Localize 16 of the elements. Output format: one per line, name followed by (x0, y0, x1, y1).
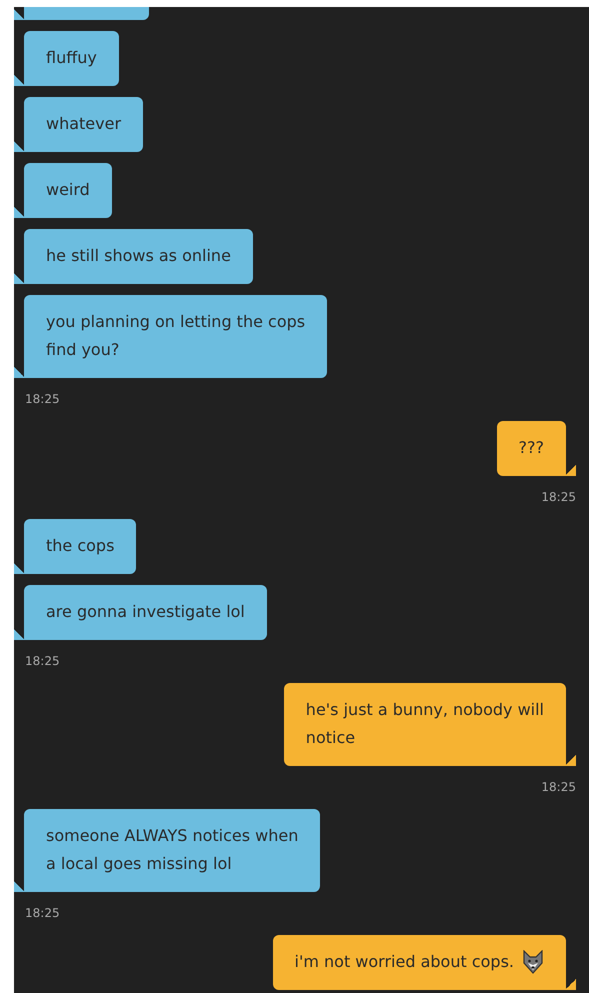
message-bubble: fluffuy (14, 31, 119, 86)
message-bubble: you planning on letting the cops find you? (14, 295, 328, 378)
message-bubble: he still shows as online (14, 229, 253, 284)
timestamp: 18:25 (25, 906, 60, 920)
timestamp: 18:25 (25, 392, 60, 406)
message-bubble: he's just a bunny, nobody will notice (284, 683, 576, 766)
timestamp: 18:25 (541, 490, 576, 504)
message-bubble: are gonna investigate lol (14, 585, 267, 640)
message-bubble: ??? (496, 421, 576, 476)
message-bubble: i'm not worried about cops. (272, 935, 576, 990)
timestamp: 18:25 (541, 780, 576, 794)
message-bubble: whatever (14, 97, 144, 152)
message-bubble: the cops (14, 519, 136, 574)
timestamp: 18:25 (25, 654, 60, 668)
message-bubble: someone ALWAYS notices when a local goes missing lol (14, 809, 320, 892)
message-bubble: weird (14, 163, 112, 218)
